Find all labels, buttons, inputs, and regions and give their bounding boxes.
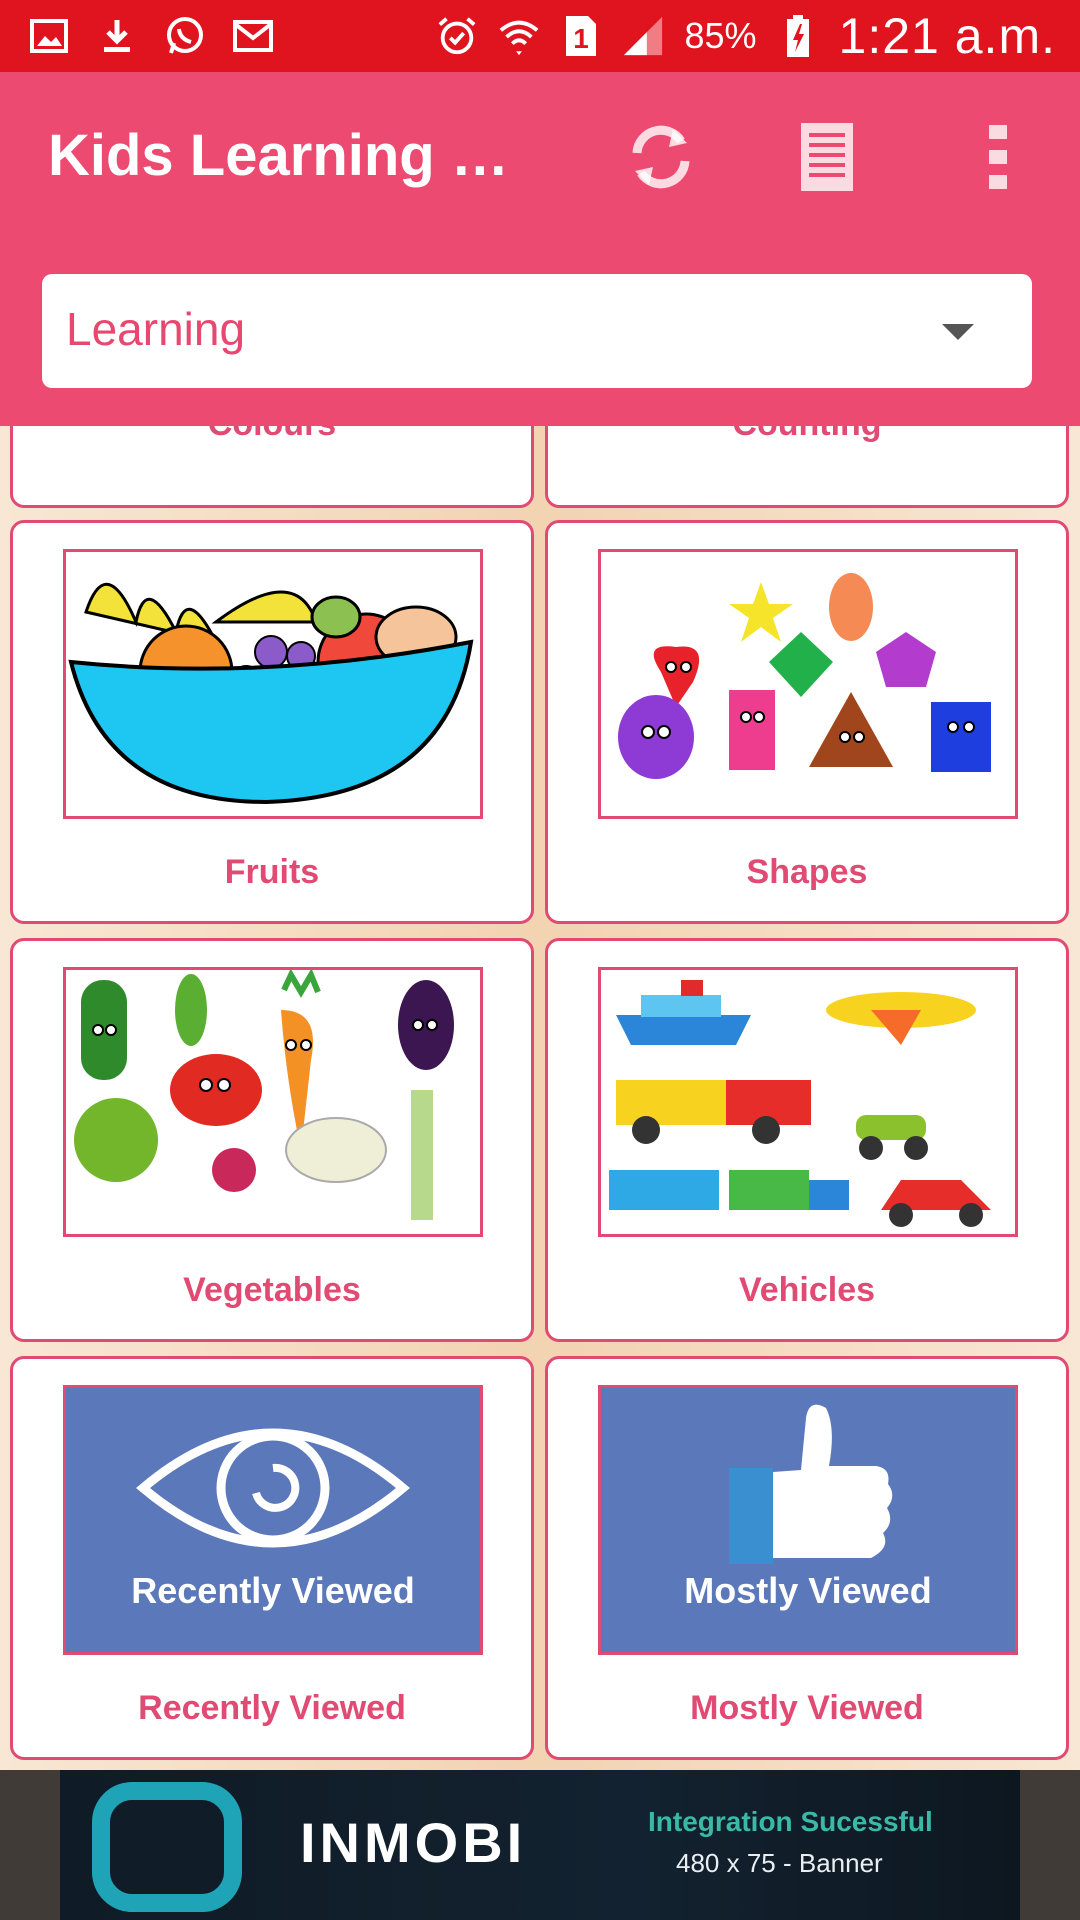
list-button[interactable] <box>782 112 872 202</box>
wifi-icon <box>498 15 540 57</box>
ad-subline: 480 x 75 - Banner <box>676 1848 883 1878</box>
image-icon <box>28 15 70 57</box>
ad-brand: INMOBI <box>300 1811 527 1874</box>
card-label: Shapes <box>746 853 868 891</box>
eye-icon <box>136 1428 410 1548</box>
clock-time: 1:21 a.m. <box>838 8 1056 64</box>
ad-banner-content[interactable]: INMOBI Integration Sucessful 480 x 75 - … <box>60 1770 1020 1920</box>
vehicles-thumbnail <box>598 967 1018 1237</box>
inmobi-logo-icon <box>92 1782 242 1912</box>
mostly-viewed-thumb-text: Mostly Viewed <box>684 1570 932 1611</box>
list-icon <box>801 123 853 191</box>
recently-viewed-thumbnail: Recently Viewed <box>63 1385 483 1655</box>
thumbs-up-icon <box>729 1404 893 1564</box>
fruits-thumbnail <box>63 549 483 819</box>
card-label: Mostly Viewed <box>690 1689 924 1727</box>
app-title: Kids Learning Vi... <box>48 123 538 188</box>
shapes-thumbnail <box>598 549 1018 819</box>
card-label: Vehicles <box>738 1271 876 1309</box>
app-bar: Kids Learning Vi... Learning <box>0 72 1080 426</box>
refresh-button[interactable] <box>616 112 706 202</box>
download-icon <box>96 15 138 57</box>
chevron-down-icon <box>942 324 974 340</box>
sim1-icon: 1 <box>560 15 602 57</box>
refresh-icon <box>632 125 690 189</box>
card-label: Fruits <box>224 853 320 891</box>
battery-charging-icon <box>777 15 819 57</box>
card-recently-viewed[interactable]: Recently Viewed Recently Viewed <box>10 1356 534 1760</box>
gmail-icon <box>232 15 274 57</box>
alarm-icon <box>436 15 478 57</box>
signal-icon <box>622 15 664 57</box>
recently-viewed-thumb-text: Recently Viewed <box>131 1570 415 1611</box>
card-shapes[interactable]: Shapes <box>545 520 1069 924</box>
category-dropdown[interactable]: Learning <box>42 274 1032 388</box>
more-vert-icon <box>989 125 1007 189</box>
whatsapp-icon <box>164 15 206 57</box>
battery-percent: 85% <box>684 15 757 56</box>
card-label: Vegetables <box>183 1271 361 1309</box>
svg-text:1: 1 <box>574 23 590 54</box>
category-grid: Colours Counting Fruits <box>0 426 1080 1770</box>
ad-banner[interactable]: INMOBI Integration Sucessful 480 x 75 - … <box>0 1770 1080 1920</box>
card-mostly-viewed[interactable]: Mostly Viewed Mostly Viewed <box>545 1356 1069 1760</box>
card-label: Recently Viewed <box>138 1689 406 1727</box>
ad-headline: Integration Sucessful <box>648 1806 933 1837</box>
category-dropdown-value: Learning <box>66 303 246 355</box>
card-vehicles[interactable]: Vehicles <box>545 938 1069 1342</box>
mostly-viewed-thumbnail: Mostly Viewed <box>598 1385 1018 1655</box>
card-colours[interactable]: Colours <box>10 426 534 508</box>
card-fruits[interactable]: Fruits <box>10 520 534 924</box>
card-label: Counting <box>548 426 1066 444</box>
status-bar: 1 85% 1:21 a.m. <box>0 0 1080 72</box>
card-counting[interactable]: Counting <box>545 426 1069 508</box>
overflow-menu-button[interactable] <box>953 112 1043 202</box>
card-label: Colours <box>13 426 531 444</box>
vegetables-thumbnail <box>63 967 483 1237</box>
card-vegetables[interactable]: Vegetables <box>10 938 534 1342</box>
